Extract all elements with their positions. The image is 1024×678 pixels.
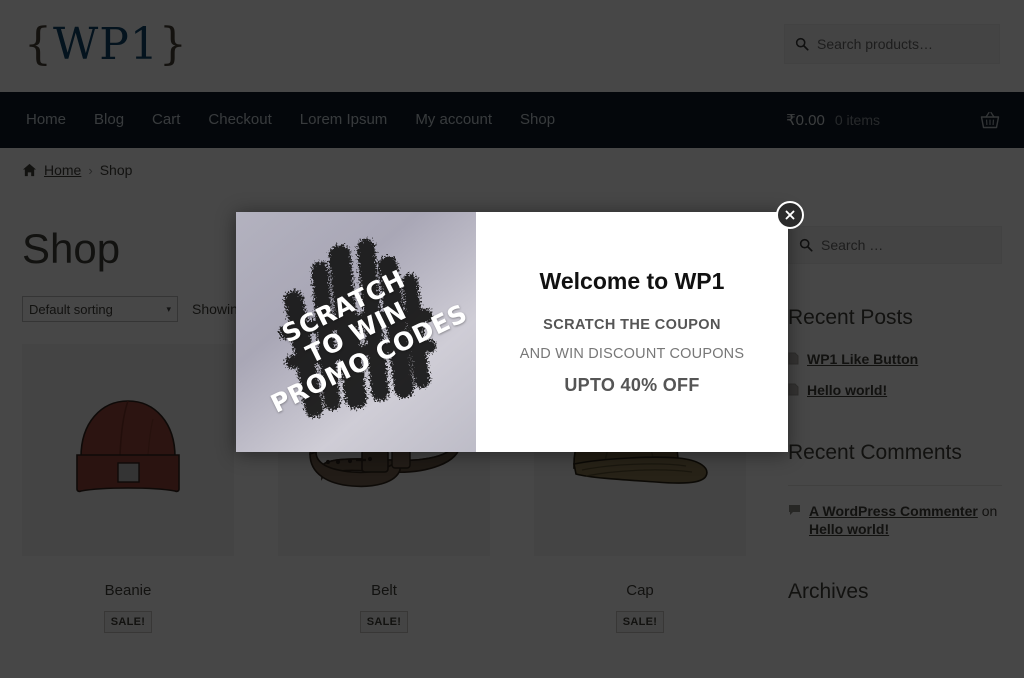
promo-modal: SCRATCH TO WIN PROMO CODES Welcome to WP… — [236, 212, 788, 452]
promo-modal-subtitle-1: SCRATCH THE COUPON — [543, 317, 721, 333]
promo-modal-content: Welcome to WP1 SCRATCH THE COUPON AND WI… — [476, 212, 788, 452]
promo-modal-subtitle-2: AND WIN DISCOUNT COUPONS — [520, 346, 744, 362]
close-icon — [784, 209, 796, 221]
scratch-card-image[interactable]: SCRATCH TO WIN PROMO CODES — [236, 212, 476, 452]
scratch-card-text: SCRATCH TO WIN PROMO CODES — [236, 212, 476, 452]
promo-modal-title: Welcome to WP1 — [540, 268, 725, 295]
promo-modal-offer: UPTO 40% OFF — [564, 375, 699, 396]
close-button[interactable] — [776, 201, 804, 229]
